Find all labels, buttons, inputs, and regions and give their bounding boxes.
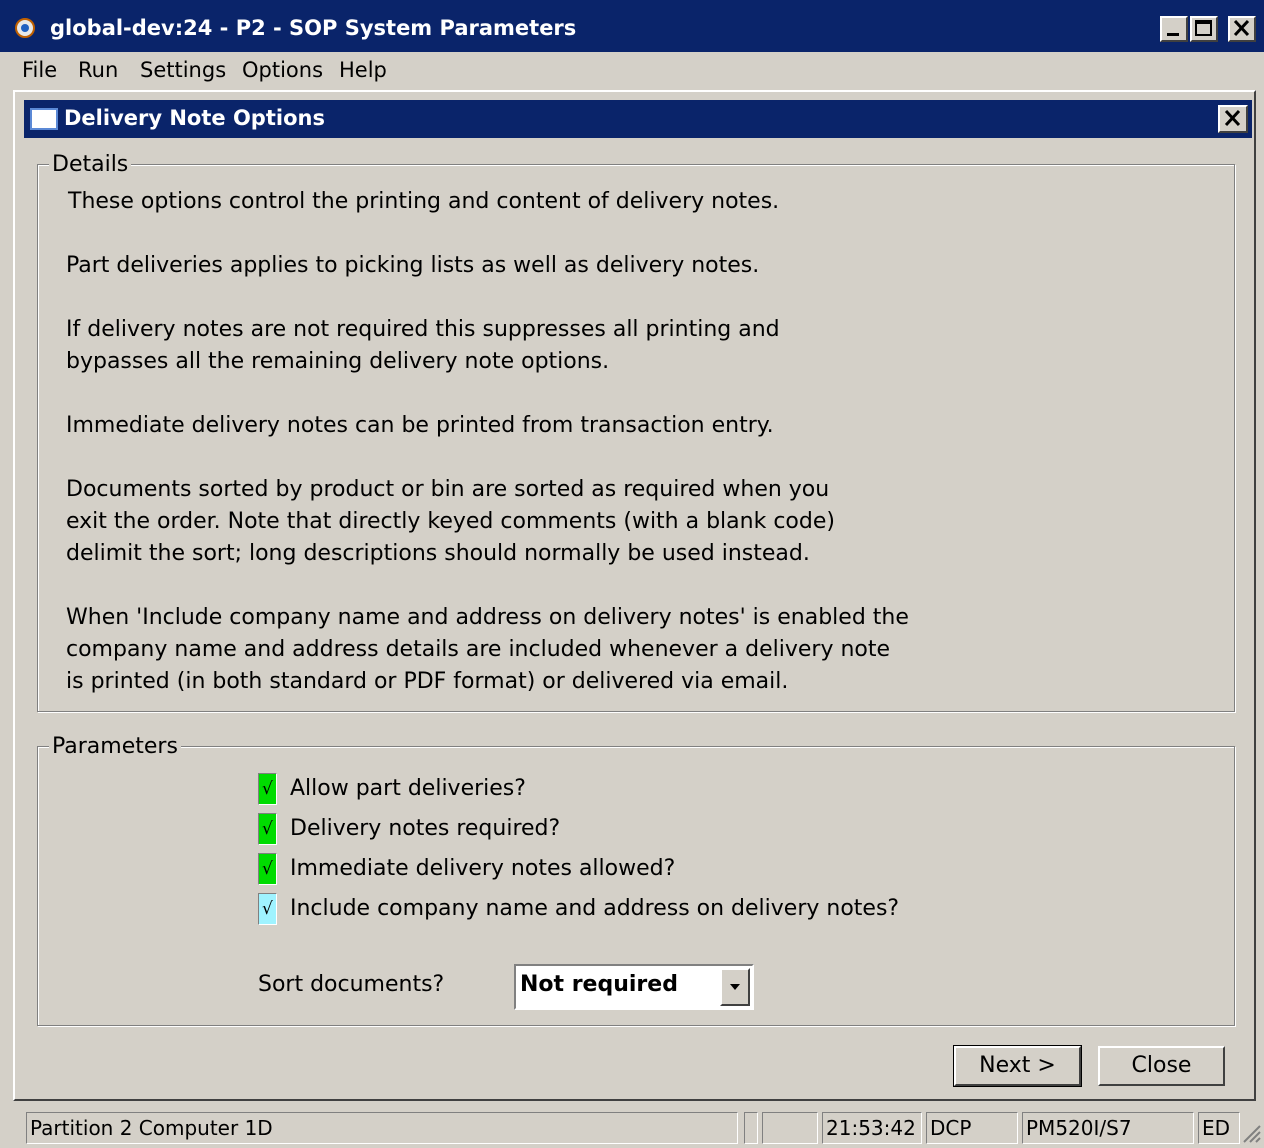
dialog-title-bar: Delivery Note Options [24, 100, 1252, 138]
dialog-close-button[interactable] [1218, 105, 1248, 133]
details-text-line: bypasses all the remaining delivery note… [66, 349, 610, 374]
sort-documents-label: Sort documents? [258, 972, 445, 997]
window-title: global-dev:24 - P2 - SOP System Paramete… [50, 16, 577, 40]
window-icon [30, 108, 58, 130]
details-text-line: Documents sorted by product or bin are s… [66, 477, 830, 502]
immediate-delivery-notes-checkbox[interactable]: √ [258, 853, 277, 885]
details-text-line: Immediate delivery notes can be printed … [66, 413, 774, 438]
status-mode: ED [1198, 1112, 1240, 1144]
details-text-line: If delivery notes are not required this … [66, 317, 780, 342]
details-text-line: is printed (in both standard or PDF form… [66, 669, 789, 694]
allow-part-deliveries-label: Allow part deliveries? [290, 776, 526, 801]
maximize-icon [1195, 20, 1212, 36]
dropdown-button[interactable] [720, 968, 750, 1006]
minimize-button[interactable] [1160, 16, 1188, 42]
title-bar: global-dev:24 - P2 - SOP System Paramete… [0, 0, 1264, 52]
details-text-line: exit the order. Note that directly keyed… [66, 509, 835, 534]
checkmark-icon: √ [262, 779, 273, 799]
status-user: DCP [926, 1112, 1018, 1144]
close-icon [1224, 109, 1241, 127]
menu-run[interactable]: Run [74, 56, 122, 84]
menu-file[interactable]: File [18, 56, 61, 84]
details-text-line: company name and address details are inc… [66, 637, 891, 662]
details-group-label: Details [49, 152, 132, 177]
app-icon [15, 18, 35, 38]
status-time: 21:53:42 [822, 1112, 922, 1144]
chevron-down-icon [730, 984, 740, 990]
details-text-line: When 'Include company name and address o… [66, 605, 909, 630]
menu-options[interactable]: Options [238, 56, 327, 84]
details-text-line: delimit the sort; long descriptions shou… [66, 541, 810, 566]
checkmark-icon: √ [262, 899, 273, 919]
details-text-line: Part deliveries applies to picking lists… [66, 253, 760, 278]
sort-documents-value: Not required [520, 972, 678, 997]
status-panel-empty [762, 1112, 818, 1144]
status-program: PM520I/S7 [1022, 1112, 1194, 1144]
checkmark-icon: √ [262, 859, 273, 879]
include-company-address-checkbox[interactable]: √ [258, 893, 277, 925]
delivery-notes-required-checkbox[interactable]: √ [258, 813, 277, 845]
immediate-delivery-notes-label: Immediate delivery notes allowed? [290, 856, 676, 881]
include-company-address-label: Include company name and address on deli… [290, 896, 900, 921]
close-window-button[interactable] [1228, 16, 1256, 42]
resize-grip-icon[interactable] [1240, 1122, 1262, 1144]
status-bar: Partition 2 Computer 1D 21:53:42 DCP PM5… [0, 1108, 1264, 1148]
parameters-group-label: Parameters [49, 734, 181, 759]
menu-bar: File Run Settings Options Help [0, 52, 1264, 90]
close-icon [1233, 19, 1250, 37]
menu-settings[interactable]: Settings [136, 56, 230, 84]
sort-documents-select[interactable]: Not required [514, 964, 754, 1010]
dialog-title: Delivery Note Options [64, 106, 325, 130]
close-button[interactable]: Close [1098, 1046, 1225, 1086]
status-partition: Partition 2 Computer 1D [26, 1112, 738, 1144]
minimize-icon [1167, 33, 1179, 36]
delivery-notes-required-label: Delivery notes required? [290, 816, 561, 841]
allow-part-deliveries-checkbox[interactable]: √ [258, 773, 277, 805]
next-button[interactable]: Next > [953, 1045, 1082, 1087]
status-panel-empty [744, 1112, 758, 1144]
maximize-button[interactable] [1190, 16, 1218, 42]
checkmark-icon: √ [262, 819, 273, 839]
details-text-line: These options control the printing and c… [68, 189, 780, 214]
menu-help[interactable]: Help [335, 56, 391, 84]
